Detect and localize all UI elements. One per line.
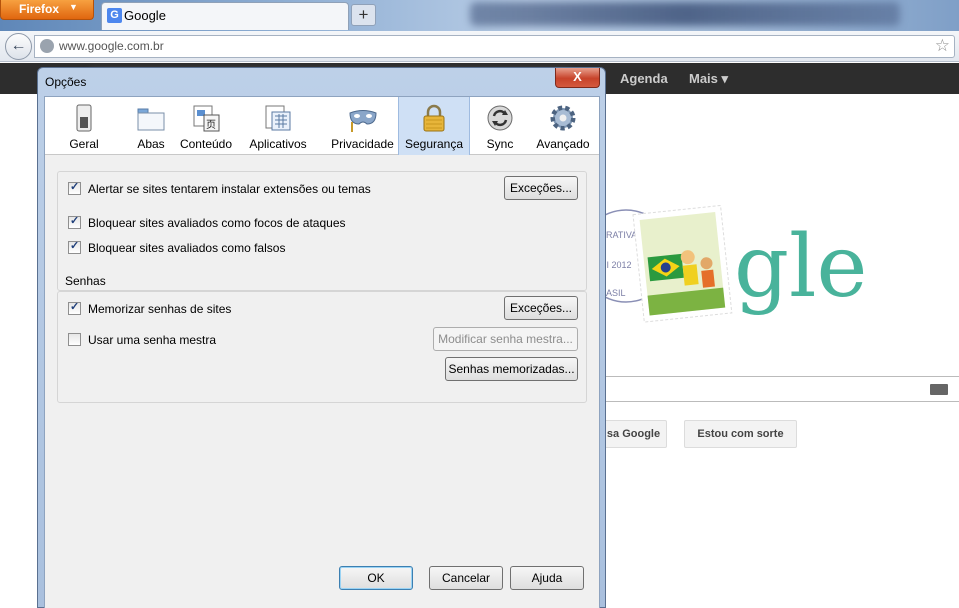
pane-label-content: Conteúdo <box>179 137 233 151</box>
pane-tabs[interactable]: Abas <box>123 97 179 155</box>
pane-label-advanced: Avançado <box>536 137 590 151</box>
applications-icon <box>265 105 291 131</box>
master-password-label: Usar uma senha mestra <box>88 333 217 347</box>
padlock-icon <box>423 104 445 132</box>
change-master-password-button[interactable]: Modificar senha mestra... <box>433 327 578 351</box>
dialog-body: Geral Abas 页 Conteúdo Aplicativos Privac… <box>44 96 600 608</box>
url-text: www.google.com.br <box>59 39 164 53</box>
remember-passwords-label: Memorizar senhas de sites <box>88 302 232 316</box>
master-password-checkbox[interactable]: Usar uma senha mestra <box>68 332 268 348</box>
pane-label-applications: Aplicativos <box>249 137 307 151</box>
pane-advanced[interactable]: Avançado <box>533 97 593 155</box>
google-favicon-icon: G <box>107 8 122 23</box>
pane-toolbar: Geral Abas 页 Conteúdo Aplicativos Privac… <box>45 97 599 155</box>
pane-general[interactable]: Geral <box>45 97 123 155</box>
back-button[interactable]: ← <box>5 33 32 60</box>
pane-label-privacy: Privacidade <box>331 137 394 151</box>
bookmark-star-icon[interactable]: ☆ <box>935 36 950 56</box>
firefox-menu-label: Firefox <box>19 2 60 16</box>
more-link[interactable]: Mais ▾ <box>689 71 728 87</box>
tab-title: Google <box>124 8 166 23</box>
globe-icon <box>40 39 54 53</box>
block-attack-label: Bloquear sites avaliados como focos de a… <box>88 216 346 230</box>
navigation-toolbar: ← www.google.com.br ☆ <box>0 31 959 62</box>
password-exceptions-button[interactable]: Exceções... <box>504 296 578 320</box>
check-icon: ✓ <box>70 215 80 227</box>
doodle-letters: gle <box>734 217 866 317</box>
sync-icon <box>487 105 513 131</box>
checkbox-box[interactable]: ✓ <box>68 215 81 229</box>
feeling-lucky-button[interactable]: Estou com sorte <box>684 420 797 448</box>
pane-label-general: Geral <box>69 137 99 151</box>
tab-google[interactable]: G Google <box>101 2 349 30</box>
svg-text:页: 页 <box>206 119 216 131</box>
search-box[interactable] <box>600 376 959 402</box>
remember-passwords-checkbox[interactable]: ✓ Memorizar senhas de sites <box>68 301 268 317</box>
keyboard-icon[interactable] <box>930 384 948 395</box>
pane-label-security: Segurança <box>404 137 464 151</box>
firefox-menu-button[interactable]: Firefox ▼ <box>0 0 94 20</box>
close-button[interactable]: X <box>555 68 600 88</box>
checkbox-box[interactable]: ✓ <box>68 240 81 254</box>
checkbox-box[interactable]: ✓ <box>68 301 81 315</box>
ok-button[interactable]: OK <box>339 566 413 590</box>
checkbox-box[interactable] <box>68 333 81 346</box>
saved-passwords-button[interactable]: Senhas memorizadas... <box>445 357 578 381</box>
pane-label-tabs: Abas <box>137 137 165 151</box>
pane-label-sync: Sync <box>486 137 514 151</box>
pane-applications[interactable]: Aplicativos <box>240 97 316 155</box>
tabs-icon <box>137 108 165 131</box>
warn-addons-label: Alertar se sites tentarem instalar exten… <box>88 182 371 196</box>
cancel-button[interactable]: Cancelar <box>429 566 503 590</box>
blurred-titlebar-area <box>470 2 900 26</box>
agenda-link[interactable]: Agenda <box>620 71 668 86</box>
postmark-text-3: ASIL <box>606 288 626 298</box>
url-bar[interactable]: www.google.com.br ☆ <box>34 35 955 58</box>
block-forgery-checkbox[interactable]: ✓ Bloquear sites avaliados como falsos <box>68 240 328 256</box>
postmark-text-2: JI 2012 <box>602 260 632 270</box>
caret-down-icon: ▼ <box>69 2 78 12</box>
browser-titlebar: Firefox ▼ G Google + <box>0 0 959 32</box>
check-icon: ✓ <box>70 240 80 252</box>
checkbox-box[interactable]: ✓ <box>68 181 81 195</box>
pane-sync[interactable]: Sync <box>476 97 524 155</box>
dialog-title: Opções <box>45 75 87 89</box>
help-button[interactable]: Ajuda <box>510 566 584 590</box>
gear-icon <box>550 105 576 131</box>
google-doodle[interactable]: ERATIVA DO JI 2012 ASIL gle <box>596 196 866 336</box>
pane-privacy[interactable]: Privacidade <box>326 97 399 155</box>
pane-security[interactable]: Segurança <box>398 97 470 155</box>
check-icon: ✓ <box>70 301 80 313</box>
block-attack-checkbox[interactable]: ✓ Bloquear sites avaliados como focos de… <box>68 215 368 231</box>
warn-addons-checkbox[interactable]: ✓ Alertar se sites tentarem instalar ext… <box>68 181 428 197</box>
switch-icon <box>76 104 92 132</box>
stamp-illustration <box>632 204 733 323</box>
security-group: ✓ Alertar se sites tentarem instalar ext… <box>57 171 587 291</box>
new-tab-button[interactable]: + <box>351 4 376 26</box>
passwords-caption: Senhas <box>65 274 106 288</box>
pane-content[interactable]: 页 Conteúdo <box>179 97 233 155</box>
passwords-group: ✓ Memorizar senhas de sites Exceções... … <box>57 291 587 403</box>
block-forgery-label: Bloquear sites avaliados como falsos <box>88 241 286 255</box>
addon-exceptions-button[interactable]: Exceções... <box>504 176 578 200</box>
check-icon: ✓ <box>70 181 80 193</box>
content-icon: 页 <box>193 105 220 132</box>
mask-icon <box>348 110 377 132</box>
options-dialog: Opções X Geral Abas 页 Conteúdo Aplicativ… <box>37 67 606 608</box>
google-search-button[interactable]: sa Google <box>600 420 667 448</box>
